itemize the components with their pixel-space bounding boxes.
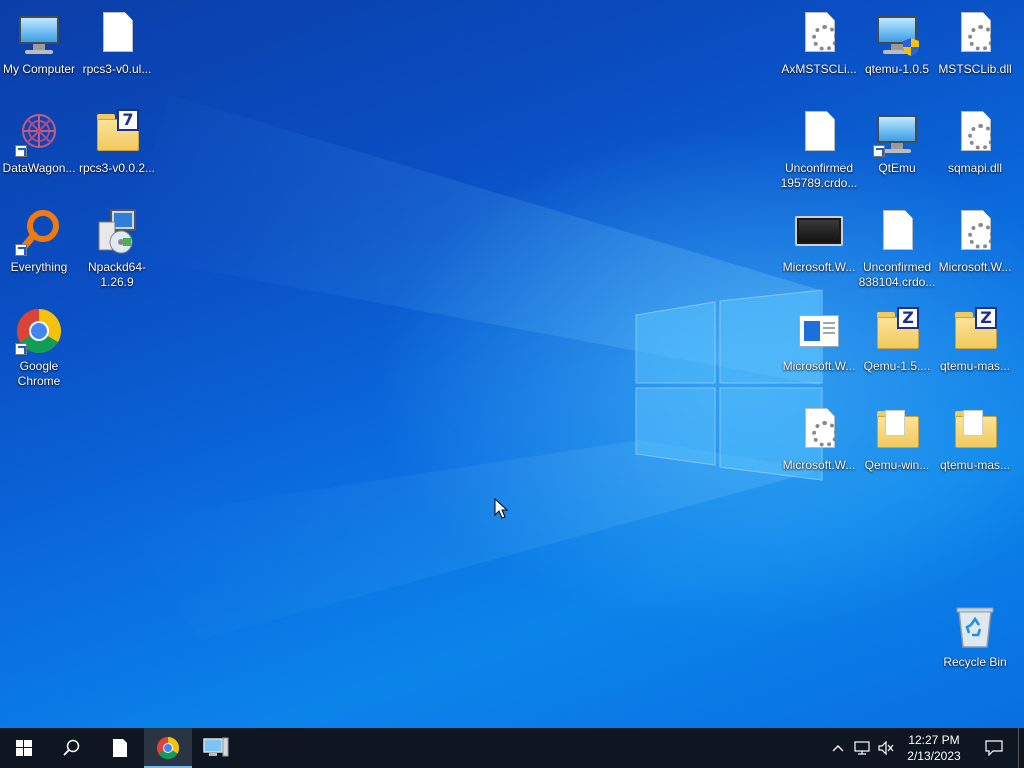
windows-logo-icon <box>16 740 32 756</box>
computer-icon <box>203 737 229 757</box>
zip-archive-icon: Z <box>951 307 999 355</box>
icon-label: rpcs3-v0.ul... <box>82 62 152 76</box>
desktop-icon-datawagon[interactable]: DataWagon... <box>0 103 78 193</box>
search-icon <box>63 739 80 756</box>
chrome-taskbar-button[interactable] <box>144 728 192 768</box>
icon-label: Unconfirmed 838104.crdo... <box>858 260 936 289</box>
desktop-icon-qtemu[interactable]: QtEmu <box>858 103 936 193</box>
icon-label: DataWagon... <box>2 161 76 175</box>
desktop-icon-npackd[interactable]: Npackd64-1.26.9 <box>78 202 156 292</box>
network-icon <box>854 741 870 755</box>
icon-label: Recycle Bin <box>943 655 1007 669</box>
shortcut-arrow-icon <box>15 145 27 157</box>
icon-label: Microsoft.W... <box>782 260 856 274</box>
desktop-icon-everything[interactable]: Everything <box>0 202 78 292</box>
desktop-icon-microsoft-w-3[interactable]: Microsoft.W... <box>780 301 858 391</box>
icon-label: Microsoft.W... <box>782 359 856 373</box>
desktop-icon-qtemu-master-folder[interactable]: qtemu-mas... <box>936 400 1014 490</box>
icon-label: QtEmu <box>878 161 916 175</box>
installer-icon <box>93 208 141 256</box>
icon-label: Unconfirmed 195789.crdo... <box>780 161 858 190</box>
dll-gear-icon <box>951 10 999 58</box>
icon-label: Microsoft.W... <box>938 260 1012 274</box>
icon-label: Qemu-win... <box>864 458 930 472</box>
desktop-icon-axmstsclib[interactable]: AxMSTSCLi... <box>780 4 858 94</box>
document-icon <box>113 739 127 757</box>
magnifier-icon <box>15 208 63 256</box>
desktop-icon-recycle-bin[interactable]: Recycle Bin <box>936 597 1014 687</box>
shortcut-arrow-icon <box>873 145 885 157</box>
notification-icon <box>985 740 1003 756</box>
icon-label: rpcs3-v0.0.2... <box>78 161 156 175</box>
datawagon-icon <box>15 109 63 157</box>
desktop-icon-qtemu-installer[interactable]: qtemu-1.0.5 <box>858 4 936 94</box>
computer-taskbar-button[interactable] <box>192 728 240 768</box>
shortcut-arrow-icon <box>15 244 27 256</box>
zip-archive-icon: Z <box>873 307 921 355</box>
7z-archive-icon: 7 <box>93 109 141 157</box>
icon-label: qtemu-mas... <box>939 458 1011 472</box>
icon-label: sqmapi.dll <box>947 161 1003 175</box>
desktop[interactable]: My Computer rpcs3-v0.ul... DataWagon... … <box>0 0 1024 728</box>
icon-label: Qemu-1.5.... <box>863 359 931 373</box>
show-desktop-button[interactable] <box>1018 728 1024 768</box>
desktop-icon-qemu-win-folder[interactable]: Qemu-win... <box>858 400 936 490</box>
file-icon <box>795 109 843 157</box>
file-icon <box>93 10 141 58</box>
desktop-icon-unconfirmed-838104[interactable]: Unconfirmed 838104.crdo... <box>858 202 936 292</box>
computer-icon <box>873 109 921 157</box>
clock-date: 2/13/2023 <box>907 749 961 763</box>
icon-label: qtemu-1.0.5 <box>864 62 930 76</box>
dll-gear-icon <box>951 208 999 256</box>
desktop-icon-microsoft-w-1[interactable]: Microsoft.W... <box>780 202 858 292</box>
tablet-icon <box>795 208 843 256</box>
desktop-icon-qtemu-master-zip[interactable]: Z qtemu-mas... <box>936 301 1014 391</box>
desktop-icon-rpcs3-file[interactable]: rpcs3-v0.ul... <box>78 4 156 94</box>
icon-label: Npackd64-1.26.9 <box>87 260 147 289</box>
action-center-button[interactable] <box>970 728 1018 768</box>
icon-label: Google Chrome <box>17 359 61 388</box>
dll-gear-icon <box>951 109 999 157</box>
chrome-icon <box>15 307 63 355</box>
start-button[interactable] <box>0 728 48 768</box>
speaker-muted-icon <box>878 741 894 755</box>
desktop-icon-mstsclib[interactable]: MSTSCLib.dll <box>936 4 1014 94</box>
desktop-icon-sqmapi[interactable]: sqmapi.dll <box>936 103 1014 193</box>
shortcut-arrow-icon <box>15 343 27 355</box>
volume-button[interactable] <box>874 728 898 768</box>
desktop-icon-rpcs3-archive[interactable]: 7 rpcs3-v0.0.2... <box>78 103 156 193</box>
network-button[interactable] <box>850 728 874 768</box>
desktop-icon-unconfirmed-195789[interactable]: Unconfirmed 195789.crdo... <box>780 103 858 193</box>
desktop-icon-qemu-1-5[interactable]: Z Qemu-1.5.... <box>858 301 936 391</box>
computer-icon <box>15 10 63 58</box>
mouse-cursor-icon <box>494 498 508 519</box>
dll-gear-icon <box>795 10 843 58</box>
dll-gear-icon <box>795 406 843 454</box>
chrome-icon <box>157 737 179 759</box>
app-window-icon <box>795 307 843 355</box>
show-hidden-icons-button[interactable] <box>826 728 850 768</box>
search-button[interactable] <box>48 728 96 768</box>
folder-icon <box>951 406 999 454</box>
icon-label: qtemu-mas... <box>939 359 1011 373</box>
icon-label: AxMSTSCLi... <box>781 62 857 76</box>
clock-time: 12:27 PM <box>908 733 960 747</box>
icon-label: MSTSCLib.dll <box>938 62 1012 76</box>
desktop-icon-google-chrome[interactable]: Google Chrome <box>0 301 78 391</box>
system-tray: 12:27 PM 2/13/2023 <box>826 728 1024 768</box>
folder-icon <box>873 406 921 454</box>
clock[interactable]: 12:27 PM 2/13/2023 <box>898 732 970 764</box>
taskbar: 12:27 PM 2/13/2023 <box>0 728 1024 768</box>
desktop-icon-microsoft-w-4[interactable]: Microsoft.W... <box>780 400 858 490</box>
file-icon <box>873 208 921 256</box>
icon-label: Microsoft.W... <box>782 458 856 472</box>
desktop-icon-microsoft-w-2[interactable]: Microsoft.W... <box>936 202 1014 292</box>
desktop-icon-my-computer[interactable]: My Computer <box>0 4 78 94</box>
computer-shield-icon <box>873 10 921 58</box>
icon-label: My Computer <box>2 62 76 76</box>
file-button[interactable] <box>96 728 144 768</box>
chevron-up-icon <box>832 745 844 752</box>
recycle-bin-icon <box>951 603 999 651</box>
icon-label: Everything <box>10 260 68 274</box>
